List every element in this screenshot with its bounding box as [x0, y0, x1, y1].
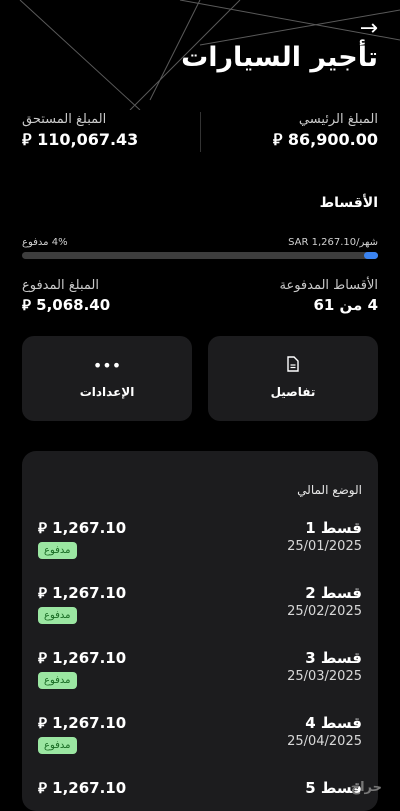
watermark-logo: حراج [350, 780, 382, 795]
settings-label: الإعدادات [79, 385, 135, 399]
riyal-icon: ⃁ [22, 296, 31, 314]
installment-row[interactable]: قسط 5 ⃁ 1,267.10 [22, 779, 378, 811]
principal-value: ⃁ 86,900.00 [272, 130, 378, 149]
financial-status-panel: الوضع المالي قسط 1 25/01/2025 ⃁ 1,267.10… [22, 451, 378, 811]
installment-row[interactable]: قسط 3 25/03/2025 ⃁ 1,267.10 مدفوع [22, 649, 378, 707]
riyal-icon: ⃁ [38, 779, 47, 797]
installment-row[interactable]: قسط 4 25/04/2025 ⃁ 1,267.10 مدفوع [22, 714, 378, 772]
details-label: تفاصيل [270, 385, 316, 399]
installment-amount: ⃁ 1,267.10 [38, 519, 127, 537]
riyal-icon: ⃁ [38, 649, 47, 667]
paid-status-badge: مدفوع [38, 737, 77, 754]
paid-status-badge: مدفوع [38, 607, 77, 624]
arrow-right-icon: → [359, 16, 378, 41]
paid-installments-value: 4 من 61 [313, 296, 378, 314]
installment-amount: ⃁ 1,267.10 [38, 714, 127, 732]
financial-status-title: الوضع المالي [297, 483, 362, 497]
details-button[interactable]: تفاصيل [208, 336, 378, 421]
paid-amount-label: المبلغ المدفوع [22, 278, 99, 293]
riyal-icon: ⃁ [38, 519, 47, 537]
installment-amount: ⃁ 1,267.10 [38, 779, 127, 797]
settings-button[interactable]: ••• الإعدادات [22, 336, 192, 421]
installment-date: 25/03/2025 [287, 669, 362, 684]
due-label: المبلغ المستحق [22, 112, 107, 127]
installment-name: قسط 1 [305, 519, 362, 537]
principal-label: المبلغ الرئيسي [298, 112, 378, 127]
more-dots-icon: ••• [92, 356, 122, 375]
installment-row[interactable]: قسط 2 25/02/2025 ⃁ 1,267.10 مدفوع [22, 584, 378, 642]
page-title: تأجير السيارات [181, 42, 378, 73]
payment-progress-fill [363, 252, 378, 259]
installment-amount: ⃁ 1,267.10 [38, 649, 127, 667]
riyal-icon: ⃁ [272, 130, 283, 149]
installments-title: الأقساط [319, 195, 378, 211]
paid-installments-label: الأقساط المدفوعة [279, 278, 378, 293]
installment-row[interactable]: قسط 1 25/01/2025 ⃁ 1,267.10 مدفوع [22, 519, 378, 577]
installment-amount: ⃁ 1,267.10 [38, 584, 127, 602]
installment-name: قسط 2 [305, 584, 362, 602]
installment-name: قسط 4 [305, 714, 362, 732]
riyal-icon: ⃁ [22, 130, 32, 149]
paid-status-badge: مدفوع [38, 672, 77, 689]
installment-date: 25/01/2025 [287, 539, 362, 554]
paid-amount-value: ⃁ 5,068.40 [22, 296, 111, 314]
document-icon [208, 356, 378, 376]
paid-percent: 4% مدفوع [22, 237, 68, 248]
payment-progress-bar [22, 252, 378, 259]
paid-status-badge: مدفوع [38, 542, 77, 559]
installment-date: 25/04/2025 [287, 734, 362, 749]
riyal-icon: ⃁ [38, 584, 47, 602]
summary-divider [200, 112, 201, 152]
back-button[interactable]: → [360, 18, 378, 40]
due-value: ⃁ 110,067.43 [22, 130, 139, 149]
monthly-amount: شهر/SAR 1,267.10 [288, 237, 378, 248]
installment-name: قسط 3 [305, 649, 362, 667]
installment-date: 25/02/2025 [287, 604, 362, 619]
riyal-icon: ⃁ [38, 714, 47, 732]
